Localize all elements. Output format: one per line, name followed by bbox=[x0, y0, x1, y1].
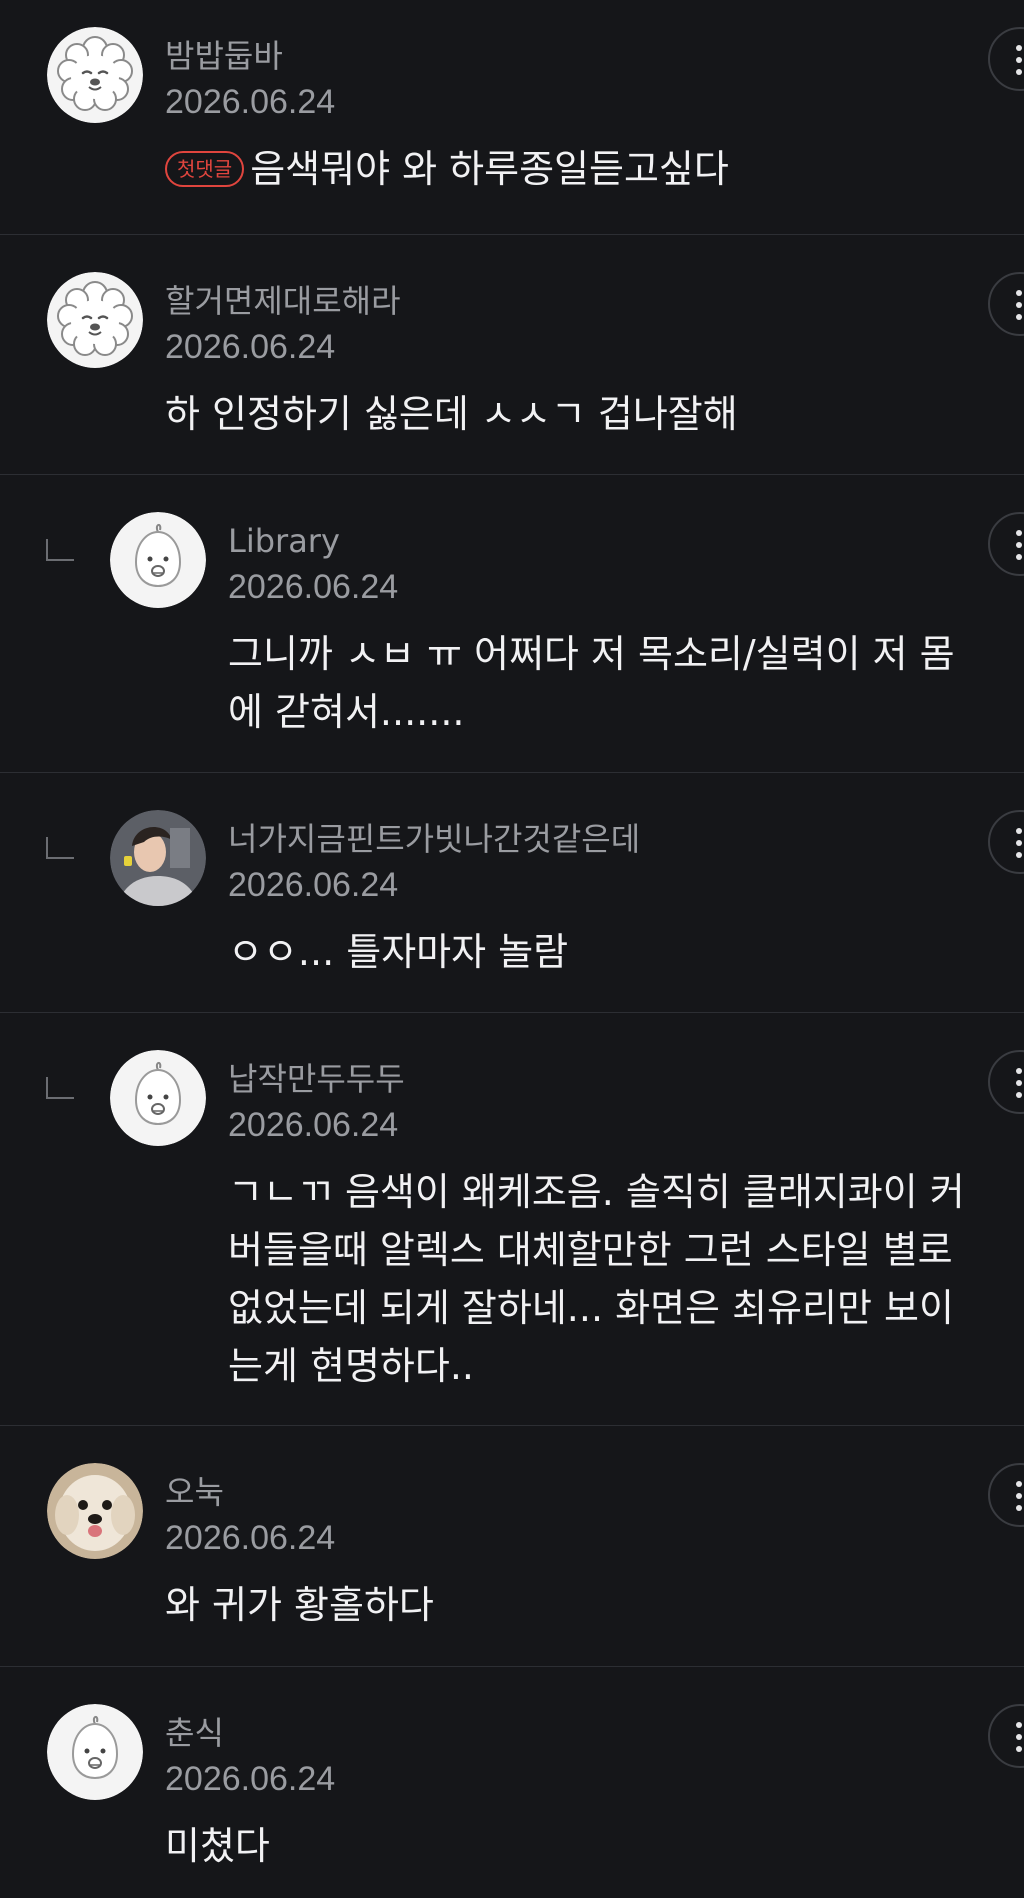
comment-text: 미쳤다 bbox=[165, 1824, 270, 1868]
reply-comment-item: Library 2026.06.24 그니까 ㅅㅂ ㅠ 어쩌다 저 목소리/실력… bbox=[0, 475, 1024, 773]
comment-date: 2026.06.24 bbox=[165, 1519, 336, 1557]
comment-username[interactable]: 너가지금핀트가빗나간것같은데 bbox=[228, 819, 640, 859]
comment-text: ㅇㅇ... 틀자마자 놀람 bbox=[228, 930, 569, 974]
more-vertical-icon bbox=[1016, 828, 1024, 858]
more-options-button[interactable] bbox=[988, 810, 1024, 874]
comment-text: 음색뭐야 와 하루종일듣고싶다 bbox=[250, 147, 729, 191]
more-vertical-icon bbox=[1016, 1481, 1024, 1511]
comment-item: 할거면제대로해라 2026.06.24 하 인정하기 싫은데 ㅅㅅㄱ 겁나잘해 bbox=[0, 235, 1024, 475]
more-vertical-icon bbox=[1016, 1068, 1024, 1098]
dog-photo[interactable] bbox=[47, 1463, 143, 1559]
reply-arrow-icon bbox=[46, 837, 74, 859]
comment-item: 밤밥둡바 2026.06.24 첫댓글 음색뭐야 와 하루종일듣고싶다 bbox=[0, 0, 1024, 235]
comment-item: 춘식 2026.06.24 미쳤다 bbox=[0, 1667, 1024, 1898]
reply-comment-item: 너가지금핀트가빗나간것같은데 2026.06.24 ㅇㅇ... 틀자마자 놀람 bbox=[0, 773, 1024, 1013]
comment-date: 2026.06.24 bbox=[165, 328, 336, 366]
more-options-button[interactable] bbox=[988, 1050, 1024, 1114]
comment-date: 2026.06.24 bbox=[165, 83, 336, 121]
reply-arrow-icon bbox=[46, 539, 74, 561]
comment-username[interactable]: 춘식 bbox=[165, 1713, 335, 1753]
comment-item: 오눅 2026.06.24 와 귀가 황홀하다 bbox=[0, 1426, 1024, 1667]
bun-face-icon[interactable] bbox=[47, 1704, 143, 1800]
more-options-button[interactable] bbox=[988, 272, 1024, 336]
comment-list: 밤밥둡바 2026.06.24 첫댓글 음색뭐야 와 하루종일듣고싶다 할거면제대… bbox=[0, 0, 1024, 1898]
bun-face-icon[interactable] bbox=[110, 512, 206, 608]
comment-username[interactable]: Library bbox=[228, 521, 398, 561]
more-vertical-icon bbox=[1016, 530, 1024, 560]
comment-text: 와 귀가 황홀하다 bbox=[165, 1583, 434, 1627]
reply-comment-item: 납작만두두두 2026.06.24 ㄱㄴㄲ 음색이 왜케조음. 솔직히 클래지콰… bbox=[0, 1013, 1024, 1426]
more-options-button[interactable] bbox=[988, 27, 1024, 91]
comment-username[interactable]: 오눅 bbox=[165, 1472, 335, 1512]
comment-date: 2026.06.24 bbox=[228, 568, 399, 606]
comment-text: ㄱㄴㄲ 음색이 왜케조음. 솔직히 클래지콰이 커버들을때 알렉스 대체할만한 … bbox=[228, 1170, 965, 1388]
more-vertical-icon bbox=[1016, 1722, 1024, 1752]
comment-text: 그니까 ㅅㅂ ㅠ 어쩌다 저 목소리/실력이 저 몸에 갇혀서....... bbox=[228, 632, 955, 734]
poodle-icon[interactable] bbox=[47, 272, 143, 368]
more-vertical-icon bbox=[1016, 45, 1024, 75]
comment-date: 2026.06.24 bbox=[228, 866, 399, 904]
person-photo[interactable] bbox=[110, 810, 206, 906]
more-vertical-icon bbox=[1016, 290, 1024, 320]
poodle-icon[interactable] bbox=[47, 27, 143, 123]
comment-username[interactable]: 할거면제대로해라 bbox=[165, 281, 401, 321]
comment-username[interactable]: 밤밥둡바 bbox=[165, 36, 335, 76]
comment-username[interactable]: 납작만두두두 bbox=[228, 1059, 405, 1099]
more-options-button[interactable] bbox=[988, 1463, 1024, 1527]
reply-arrow-icon bbox=[46, 1077, 74, 1099]
comment-date: 2026.06.24 bbox=[228, 1106, 399, 1144]
more-options-button[interactable] bbox=[988, 512, 1024, 576]
more-options-button[interactable] bbox=[988, 1704, 1024, 1768]
first-comment-badge: 첫댓글 bbox=[165, 151, 245, 187]
comment-text: 하 인정하기 싫은데 ㅅㅅㄱ 겁나잘해 bbox=[165, 392, 738, 436]
comment-date: 2026.06.24 bbox=[165, 1760, 336, 1798]
bun-face-icon[interactable] bbox=[110, 1050, 206, 1146]
